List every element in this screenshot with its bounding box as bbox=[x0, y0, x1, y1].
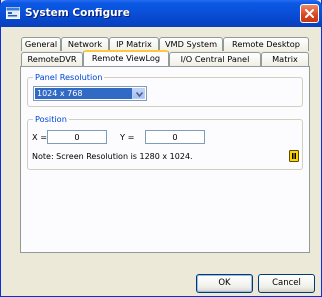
panel-resolution-value: 1024 x 768 bbox=[35, 88, 132, 99]
panel-resolution-label: Panel Resolution bbox=[33, 72, 105, 82]
chevron-down-icon bbox=[136, 92, 143, 97]
window-title: System Configure bbox=[25, 7, 130, 19]
x-input[interactable]: 0 bbox=[47, 130, 107, 144]
ok-button[interactable]: OK bbox=[196, 274, 253, 293]
tab-remote-viewlog[interactable]: Remote ViewLog bbox=[83, 50, 169, 66]
dropdown-button[interactable] bbox=[132, 88, 145, 99]
tab-io-central-panel[interactable]: I/O Central Panel bbox=[169, 52, 261, 66]
help-icon[interactable] bbox=[289, 150, 299, 162]
y-label: Y = bbox=[120, 132, 135, 142]
tab-vmd-system[interactable]: VMD System bbox=[159, 37, 223, 51]
close-button[interactable] bbox=[300, 4, 319, 23]
tab-remote-desktop[interactable]: Remote Desktop bbox=[223, 37, 309, 51]
panel-resolution-group: Panel Resolution 1024 x 768 bbox=[27, 72, 303, 107]
title-bar[interactable]: System Configure bbox=[0, 0, 322, 27]
cancel-button[interactable]: Cancel bbox=[258, 274, 315, 293]
tab-remotedvr[interactable]: RemoteDVR bbox=[21, 52, 83, 66]
tab-network[interactable]: Network bbox=[61, 37, 109, 51]
y-input[interactable]: 0 bbox=[145, 130, 205, 144]
system-configure-window: System Configure General Network IP Matr… bbox=[0, 0, 322, 297]
tab-matrix[interactable]: Matrix bbox=[261, 52, 309, 66]
close-icon bbox=[305, 9, 314, 18]
remote-viewlog-panel: Panel Resolution 1024 x 768 Position X =… bbox=[20, 66, 310, 253]
screen-resolution-note: Note: Screen Resolution is 1280 x 1024. bbox=[32, 152, 193, 161]
app-window-icon bbox=[6, 7, 20, 19]
x-label: X = bbox=[32, 132, 48, 142]
panel-resolution-select[interactable]: 1024 x 768 bbox=[33, 86, 147, 101]
position-label: Position bbox=[33, 114, 69, 124]
position-group: Position X = 0 Y = 0 Note: Screen Resolu… bbox=[27, 114, 303, 170]
tab-general[interactable]: General bbox=[21, 37, 61, 51]
tab-ip-matrix[interactable]: IP Matrix bbox=[109, 37, 159, 51]
